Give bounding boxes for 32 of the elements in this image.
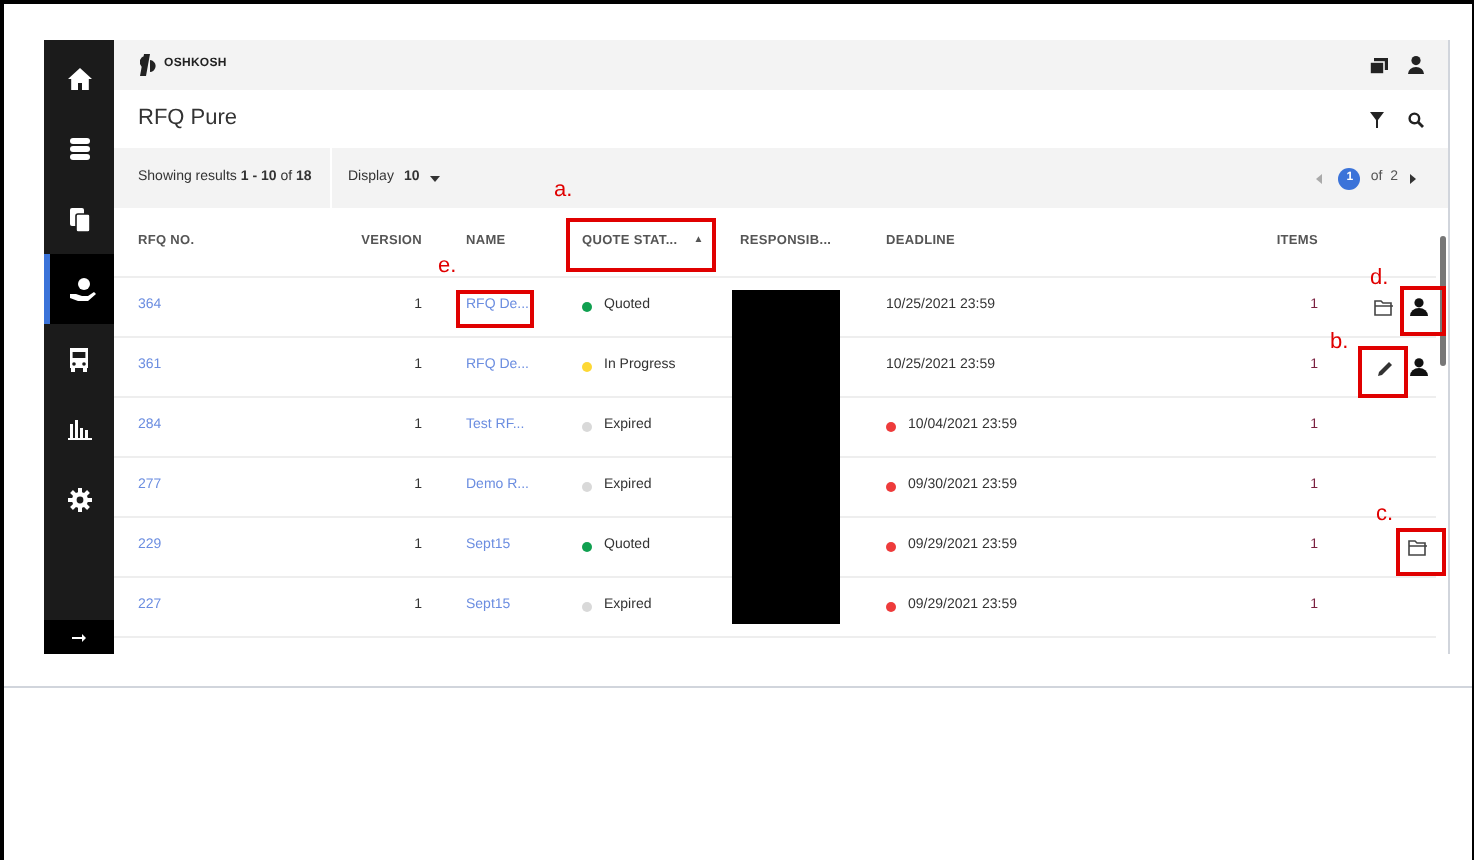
highlight-frame xyxy=(1358,346,1408,398)
windows-icon[interactable] xyxy=(1370,57,1388,73)
arrow-icon xyxy=(72,631,86,643)
annotation-label: d. xyxy=(1370,268,1389,290)
logo-icon xyxy=(138,54,156,76)
edit-icon[interactable] xyxy=(1378,359,1394,375)
annotation-label: b. xyxy=(1330,332,1349,354)
annotation-label: c. xyxy=(1376,504,1394,526)
filter-icon[interactable] xyxy=(1370,111,1384,127)
bar-chart-icon xyxy=(67,419,91,439)
page-title: RFQ Pure xyxy=(138,104,238,135)
annotation-label: e. xyxy=(438,256,457,278)
copies-icon xyxy=(69,207,89,231)
caret-icon xyxy=(429,175,440,181)
folder-icon[interactable] xyxy=(1374,299,1394,315)
highlight-frame xyxy=(1396,528,1446,576)
home-icon xyxy=(67,68,91,90)
database-icon xyxy=(69,138,89,160)
folder-icon[interactable] xyxy=(1408,539,1428,555)
scrollbar[interactable] xyxy=(1440,236,1446,366)
highlight-frame xyxy=(1400,286,1446,336)
highlight-frame xyxy=(456,290,534,328)
settings-icon xyxy=(67,487,91,511)
user-icon[interactable] xyxy=(1410,298,1428,316)
user-icon[interactable] xyxy=(1410,358,1428,376)
annotation-label: a. xyxy=(554,180,573,202)
hand-coin-icon xyxy=(69,277,95,301)
bus-icon xyxy=(68,347,90,371)
search-icon[interactable] xyxy=(1408,111,1424,127)
next-page-icon[interactable] xyxy=(1410,173,1416,183)
sidebar-item[interactable] xyxy=(44,254,114,324)
user-icon[interactable] xyxy=(1408,56,1424,74)
